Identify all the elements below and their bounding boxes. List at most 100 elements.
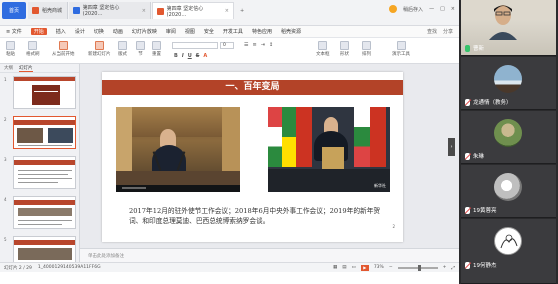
fit-window-icon[interactable]: ⤢ — [451, 265, 455, 271]
menu-special-apps[interactable]: 特色应用 — [252, 28, 272, 35]
tab-docer-mall[interactable]: 稻壳商城 — [28, 2, 68, 19]
tab-slides[interactable]: 幻灯片 — [19, 65, 33, 72]
zoom-slider-handle[interactable] — [417, 264, 421, 271]
slideshow-play-icon[interactable]: ▶ — [360, 264, 369, 271]
menu-home[interactable]: 开始 — [30, 28, 47, 35]
chevron-right-icon: › — [450, 144, 453, 150]
layout-button[interactable]: 版式 — [118, 41, 127, 57]
font-size-select[interactable]: 0 — [220, 42, 234, 49]
presentation-tools-label: 演示工具 — [392, 52, 410, 57]
zoom-level[interactable]: 73% — [374, 265, 384, 270]
strikethrough-button[interactable]: S — [196, 53, 200, 59]
font-color-button[interactable]: A — [203, 53, 207, 59]
share-button[interactable]: 分享 — [443, 28, 453, 35]
slide-thumbnail-2[interactable]: 2 — [4, 116, 78, 150]
zoom-out-icon[interactable]: − — [389, 265, 393, 270]
slide-photo-left[interactable] — [116, 107, 240, 192]
menu-transitions[interactable]: 切换 — [94, 28, 104, 35]
reading-view-icon[interactable]: ▭ — [352, 265, 356, 270]
participant-avatar — [494, 227, 522, 255]
slide-thumbnail-pane: 大纲 幻灯片 1 2 3 4 5 — [0, 64, 80, 269]
tab-document-1[interactable]: 第四章 坚定信心 (2020… × — [69, 2, 151, 19]
participant-avatar — [494, 119, 522, 147]
menu-review[interactable]: 审阅 — [166, 28, 176, 35]
collapse-panel-button[interactable]: › — [448, 138, 455, 156]
paste-label: 粘贴 — [6, 52, 15, 57]
shape-label: 形状 — [340, 52, 349, 57]
participant-tile[interactable]: 朱琳 — [461, 111, 556, 164]
menu-design[interactable]: 设计 — [75, 28, 85, 35]
participant-tile[interactable]: 19黄蓉亮 — [461, 165, 556, 218]
menu-docer-resources[interactable]: 稻壳资源 — [281, 28, 301, 35]
play-icon — [58, 41, 68, 50]
minimize-icon[interactable]: — — [429, 6, 434, 12]
menu-developer[interactable]: 开发工具 — [223, 28, 243, 35]
menu-right: 查找 分享 — [427, 28, 453, 35]
menu-animations[interactable]: 动画 — [113, 28, 123, 35]
paste-button[interactable]: 粘贴 — [6, 41, 15, 57]
slide-caption[interactable]: 2017年12月的驻外使节工作会议；2018年6月中央外事工作会议；2019年的… — [129, 206, 384, 226]
menu-file[interactable]: ≡ 文件 — [6, 28, 22, 35]
slide-title[interactable]: 一、百年变局 — [102, 80, 403, 95]
menu-insert[interactable]: 插入 — [56, 28, 66, 35]
reset-button[interactable]: 重置 — [152, 41, 161, 57]
menu-slideshow[interactable]: 幻灯片放映 — [132, 28, 157, 35]
participant-name: 19黄蓉亮 — [473, 208, 497, 214]
shape-button[interactable]: 形状 — [340, 41, 349, 57]
mic-muted-icon — [465, 152, 470, 160]
text-box-button[interactable]: 文本框 — [316, 41, 330, 57]
underline-button[interactable]: U — [188, 53, 192, 59]
line-spacing-icon[interactable]: ↕ — [269, 42, 273, 48]
bullets-icon[interactable]: ☰ — [244, 42, 248, 48]
zoom-slider[interactable] — [397, 264, 438, 271]
tab-outline[interactable]: 大纲 — [4, 65, 13, 71]
participant-name-tag: 19黄蓉亮 — [465, 206, 497, 214]
play-from-current-button[interactable]: 从当前开始 — [52, 41, 75, 57]
numbering-icon[interactable]: ≡ — [252, 42, 256, 48]
slide-photo-right[interactable]: 新华社 — [268, 107, 390, 192]
slide-thumbnail-3[interactable]: 3 — [4, 156, 78, 190]
participant-video-tile[interactable]: 曹新 — [461, 0, 556, 56]
maximize-icon[interactable]: □ — [440, 6, 445, 12]
menu-view[interactable]: 视图 — [185, 28, 195, 35]
menu-security[interactable]: 安全 — [204, 28, 214, 35]
close-icon[interactable]: × — [142, 8, 146, 14]
zoom-in-icon[interactable]: + — [443, 265, 447, 270]
bottom-strip — [0, 272, 459, 284]
notes-placeholder: 单击此处添加备注 — [88, 253, 124, 259]
slide-canvas[interactable]: 一、百年变局 新华社 2017年12月的驻外使节工作会议；2018年6月中央外事… — [80, 64, 459, 262]
arrange-label: 排列 — [362, 52, 371, 57]
format-painter-button[interactable]: 格式刷 — [26, 41, 40, 57]
normal-view-icon[interactable]: ▦ — [333, 265, 337, 270]
presentation-tools-button[interactable]: 演示工具 — [392, 41, 410, 57]
layout-icon — [118, 41, 127, 50]
tab-home[interactable]: 首页 — [2, 2, 26, 19]
section-icon — [136, 41, 145, 50]
slide-number: 4 — [4, 197, 7, 202]
arrange-button[interactable]: 排列 — [362, 41, 371, 57]
close-window-icon[interactable]: × — [451, 6, 455, 12]
participant-tile[interactable]: 19何静杰 — [461, 219, 556, 284]
new-slide-button[interactable]: 新建幻灯片 — [88, 41, 111, 57]
status-bar: 幻灯片 2 / 29 1_4000129140539A11FF6G ▦ ▤ ▭ … — [0, 262, 459, 272]
section-button[interactable]: 节 — [136, 41, 145, 57]
participant-avatar — [494, 173, 522, 201]
tab-document-2[interactable]: 第四章 坚定信心 (2020… × — [152, 2, 234, 19]
notes-field[interactable]: 单击此处添加备注 — [80, 248, 459, 262]
slide-sorter-icon[interactable]: ▤ — [342, 265, 346, 270]
font-name-select[interactable] — [172, 42, 218, 49]
current-slide[interactable]: 一、百年变局 新华社 2017年12月的驻外使节工作会议；2018年6月中央外事… — [102, 72, 403, 242]
close-icon[interactable]: × — [225, 8, 229, 14]
indent-icon[interactable]: ⇥ — [261, 42, 265, 48]
paragraph-row: ☰ ≡ ⇥ ↕ — [244, 42, 273, 48]
save-later-label[interactable]: 稍后存入 — [403, 6, 423, 13]
participant-tile[interactable]: 龙通情（教务） — [461, 57, 556, 110]
bold-button[interactable]: B — [174, 53, 178, 59]
slide-thumbnail-1[interactable]: 1 — [4, 76, 78, 110]
slide-thumbnail-4[interactable]: 4 — [4, 196, 78, 230]
find-button[interactable]: 查找 — [427, 28, 437, 35]
user-avatar-icon[interactable] — [389, 5, 398, 13]
italic-button[interactable]: I — [182, 53, 184, 59]
new-tab-button[interactable]: + — [236, 2, 246, 19]
reset-icon — [152, 41, 161, 50]
